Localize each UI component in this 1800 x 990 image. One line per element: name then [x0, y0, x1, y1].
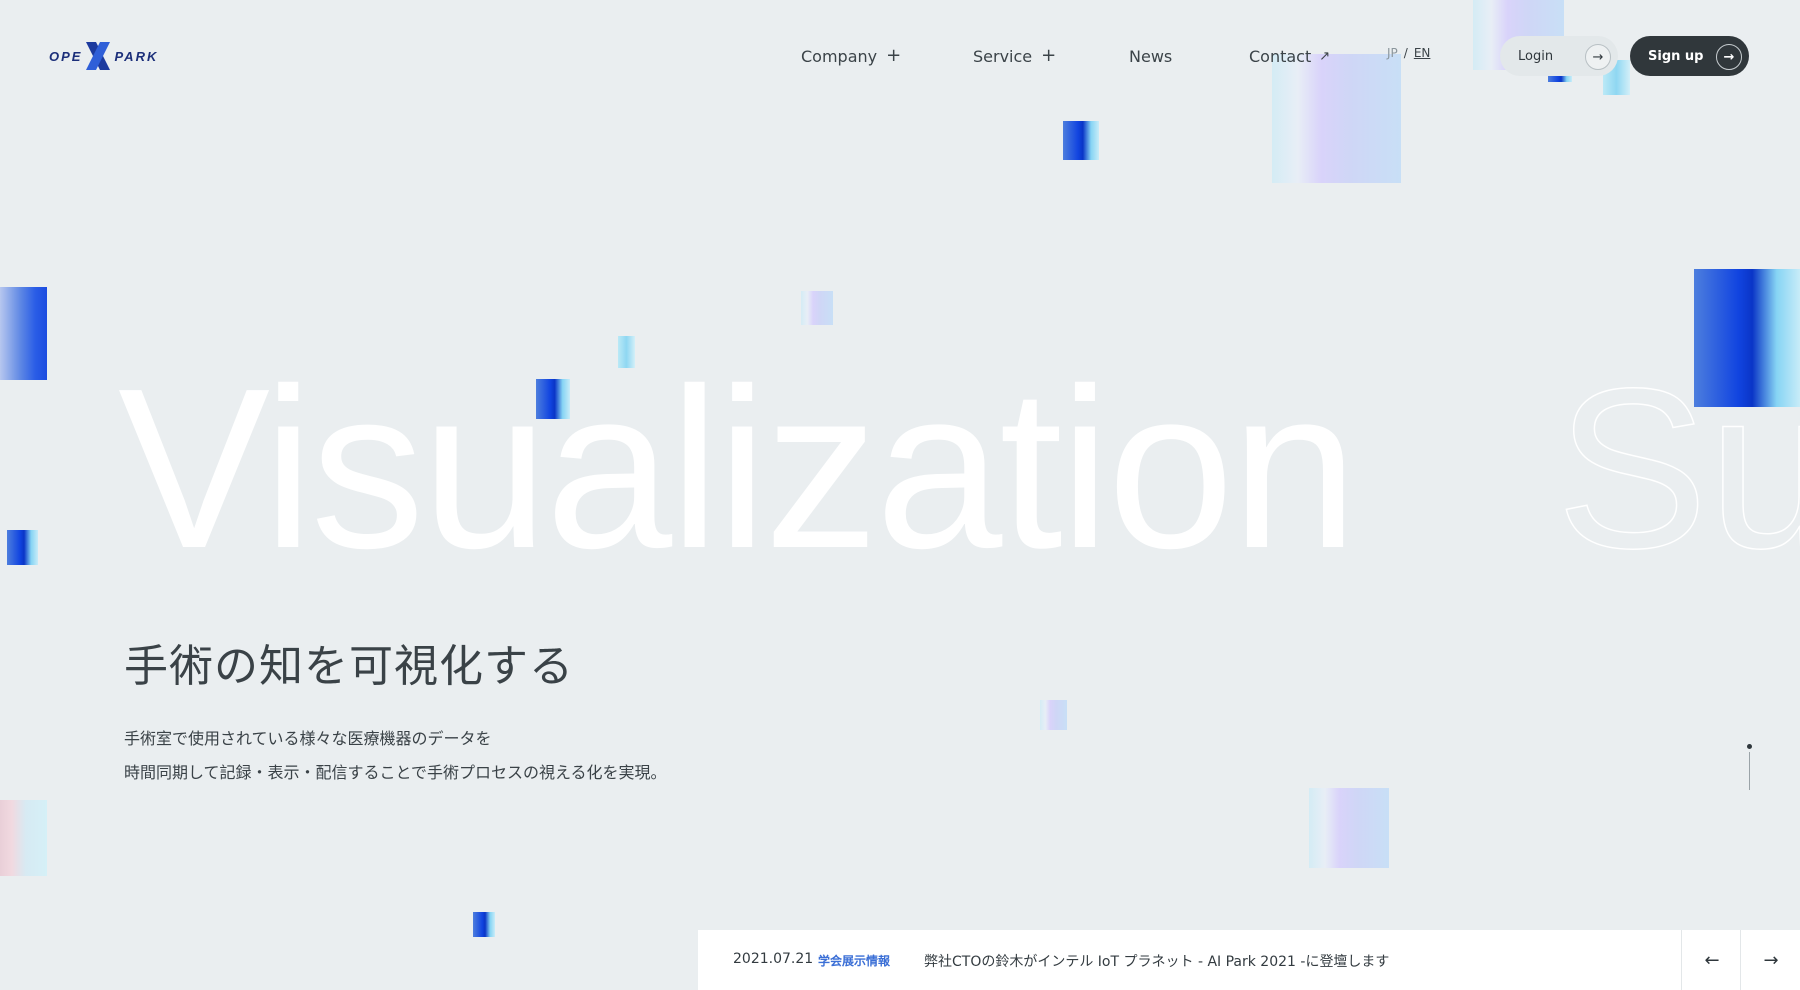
- language-switcher: JP / EN: [1387, 46, 1430, 60]
- plus-icon: +: [886, 45, 902, 66]
- logo-text-right: PARK: [114, 48, 159, 64]
- opepark-logo[interactable]: OPE PARK: [49, 40, 156, 72]
- arrow-right-icon: →: [1585, 44, 1611, 70]
- nav-item-company[interactable]: Company +: [801, 42, 901, 70]
- external-arrow-icon: ↗: [1319, 48, 1331, 64]
- decor-gradient-block: [0, 800, 47, 876]
- decor-gradient-block: [473, 912, 495, 937]
- plus-icon: +: [1041, 45, 1057, 66]
- nav-item-service[interactable]: Service +: [973, 42, 1056, 70]
- logo-text-left: OPE: [49, 48, 83, 64]
- scroll-indicator-dot: [1747, 744, 1752, 749]
- hero-description: 手術室で使用されている様々な医療機器のデータを 時間同期して記録・表示・配信する…: [124, 722, 667, 790]
- decor-gradient-block: [1063, 121, 1099, 160]
- nav-item-news[interactable]: News: [1129, 42, 1172, 70]
- decor-gradient-block: [1309, 788, 1389, 868]
- news-next-button[interactable]: →: [1740, 930, 1800, 990]
- news-date: 2021.07.21: [733, 951, 814, 967]
- hero-display-word: Visualization: [118, 342, 1358, 596]
- arrow-right-icon: →: [1716, 44, 1742, 70]
- hero-headline: 手術の知を可視化する: [124, 641, 574, 692]
- hero-description-line: 時間同期して記録・表示・配信することで手術プロセスの視える化を実現。: [124, 763, 667, 782]
- hero-next-word-outline: Su: [1555, 342, 1800, 596]
- nav-item-label: Company: [801, 46, 878, 66]
- lang-jp-link[interactable]: JP: [1387, 46, 1398, 60]
- lang-separator: /: [1403, 46, 1408, 60]
- news-prev-button[interactable]: ←: [1681, 930, 1742, 990]
- signup-label: Sign up: [1648, 48, 1704, 64]
- decor-gradient-block: [7, 530, 38, 565]
- nav-item-label: Service: [973, 46, 1033, 66]
- scroll-indicator-line: [1749, 752, 1750, 790]
- news-category[interactable]: 学会展示情報: [818, 952, 890, 969]
- arrow-right-icon: →: [1763, 949, 1779, 971]
- login-label: Login: [1518, 48, 1554, 64]
- login-button[interactable]: Login →: [1500, 36, 1618, 76]
- decor-gradient-block: [1272, 54, 1401, 183]
- signup-button[interactable]: Sign up →: [1630, 36, 1749, 76]
- nav-item-label: Contact: [1249, 46, 1312, 66]
- news-title-link[interactable]: 弊社CTOの鈴木がインテル IoT プラネット - AI Park 2021 -…: [924, 951, 1389, 971]
- nav-item-label: News: [1129, 46, 1173, 66]
- logo-x-mark-icon: [86, 42, 111, 70]
- nav-item-contact[interactable]: Contact ↗: [1249, 42, 1330, 70]
- decor-gradient-block: [0, 287, 47, 380]
- lang-en-link[interactable]: EN: [1414, 46, 1431, 60]
- hero-description-line: 手術室で使用されている様々な医療機器のデータを: [124, 729, 492, 748]
- decor-gradient-block: [1040, 700, 1067, 730]
- news-ticker: 2021.07.21 学会展示情報 弊社CTOの鈴木がインテル IoT プラネッ…: [698, 930, 1800, 990]
- arrow-left-icon: ←: [1704, 949, 1720, 971]
- decor-gradient-block: [801, 291, 833, 325]
